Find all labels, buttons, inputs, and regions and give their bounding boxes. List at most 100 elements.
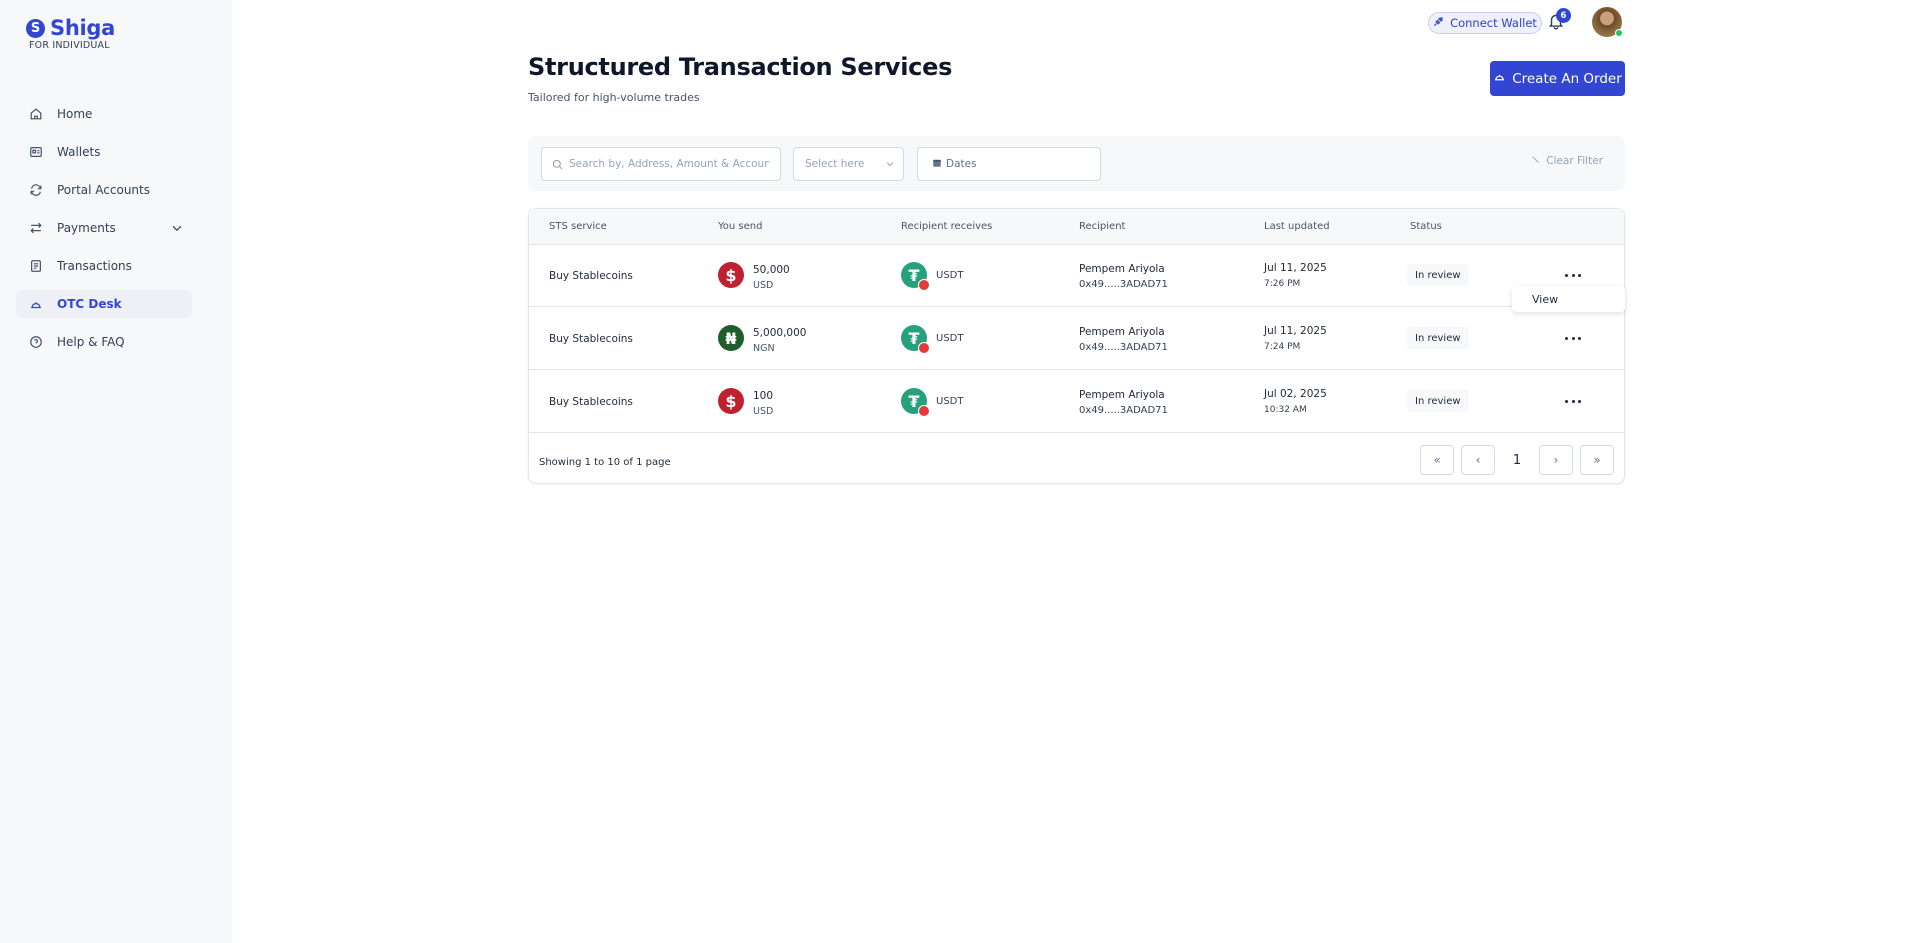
send-currency: USD (753, 280, 774, 291)
receipt-icon (28, 258, 44, 274)
usd-coin-icon: $ (718, 262, 744, 288)
send-cell: $ 50,000 USD (718, 262, 790, 293)
more-dot (1577, 273, 1581, 277)
sidebar: S Shiga FOR INDIVIDUAL Home Wallets Port… (0, 0, 232, 943)
transfer-icon (28, 220, 44, 236)
more-dot (1565, 273, 1569, 277)
create-order-label: Create An Order (1512, 70, 1622, 87)
updated-date: Jul 02, 2025 (1264, 388, 1327, 400)
prev-page-button[interactable]: ‹ (1461, 445, 1495, 475)
next-page-button[interactable]: › (1539, 445, 1573, 475)
clear-filter-button[interactable]: Clear Filter (1531, 155, 1603, 167)
page-title: Structured Transaction Services (528, 53, 953, 81)
recipient-name: Pempem Ariyola (1079, 263, 1165, 275)
service-cell: Buy Stablecoins (549, 396, 633, 408)
user-avatar[interactable] (1592, 7, 1623, 37)
usdt-coin-icon: ₮ (901, 325, 930, 354)
send-amount: 100 (753, 390, 774, 402)
row-actions-button[interactable] (1560, 328, 1586, 348)
updated-time: 10:32 AM (1264, 405, 1307, 415)
updated-date: Jul 11, 2025 (1264, 325, 1327, 337)
column-header: You send (718, 221, 763, 232)
receive-currency: USDT (936, 332, 964, 344)
chevron-down-icon[interactable] (170, 220, 184, 239)
column-header: STS service (549, 221, 607, 232)
more-dot (1571, 336, 1575, 340)
receive-cell: ₮ USDT (901, 262, 964, 291)
recipient-address: 0x49.....3ADAD71 (1079, 279, 1168, 290)
send-amount: 50,000 (753, 264, 790, 276)
sidebar-item-payments[interactable]: Payments (16, 214, 192, 242)
sidebar-item-label: Transactions (57, 259, 132, 273)
usd-coin-icon: $ (718, 388, 744, 414)
dates-picker[interactable]: Dates (917, 147, 1101, 181)
receive-cell: ₮ USDT (901, 325, 964, 354)
send-amount: 5,000,000 (753, 327, 807, 339)
connect-wallet-button[interactable]: Connect Wallet (1428, 12, 1542, 34)
sidebar-nav: Home Wallets Portal Accounts Payments Tr… (16, 100, 192, 366)
recipient-address: 0x49.....3ADAD71 (1079, 405, 1168, 416)
row-menu-view-item[interactable]: View (1512, 286, 1625, 312)
sidebar-item-home[interactable]: Home (16, 100, 192, 128)
help-circle-icon (28, 334, 44, 350)
sidebar-item-help-faq[interactable]: Help & FAQ (16, 328, 192, 356)
more-dot (1577, 336, 1581, 340)
updated-cell: Jul 02, 2025 10:32 AM (1264, 386, 1327, 418)
status-badge: In review (1407, 327, 1469, 349)
sidebar-item-otc-desk[interactable]: OTC Desk (16, 290, 192, 318)
refresh-icon (28, 182, 44, 198)
last-page-button[interactable]: » (1580, 445, 1614, 475)
send-currency: NGN (753, 343, 775, 354)
sidebar-item-wallets[interactable]: Wallets (16, 138, 192, 166)
table-row[interactable]: Buy Stablecoins $ 50,000 USD ₮ USDT Pemp… (529, 245, 1624, 307)
usdt-coin-icon: ₮ (901, 262, 930, 291)
more-dot (1571, 399, 1575, 403)
pagination: « ‹ 1 › » (1420, 445, 1614, 475)
receive-currency: USDT (936, 269, 964, 281)
first-page-button[interactable]: « (1420, 445, 1454, 475)
sidebar-item-label: Home (57, 107, 93, 121)
notification-count-badge: 6 (1556, 8, 1571, 23)
page-subtitle: Tailored for high-volume trades (528, 91, 700, 104)
updated-cell: Jul 11, 2025 7:24 PM (1264, 323, 1327, 355)
sidebar-item-label: Payments (57, 221, 116, 235)
chevron-down-icon (885, 159, 895, 172)
bell-desk-icon (28, 296, 44, 312)
table-row[interactable]: Buy Stablecoins ₦ 5,000,000 NGN ₮ USDT P… (529, 308, 1624, 370)
shiga-logo-icon: S (26, 18, 45, 38)
updated-time: 7:24 PM (1264, 342, 1301, 352)
table-header: STS service You send Recipient receives … (529, 209, 1624, 245)
plug-icon (1433, 16, 1444, 30)
select-placeholder: Select here (805, 158, 865, 170)
network-badge-icon (918, 342, 930, 354)
status-select[interactable]: Select here (793, 147, 904, 181)
sidebar-item-transactions[interactable]: Transactions (16, 252, 192, 280)
clear-filter-label: Clear Filter (1546, 155, 1603, 167)
brand-subtitle: FOR INDIVIDUAL (29, 40, 110, 51)
usdt-coin-icon: ₮ (901, 388, 930, 417)
recipient-cell: Pempem Ariyola 0x49.....3ADAD71 (1079, 387, 1168, 419)
network-badge-icon (918, 279, 930, 291)
row-actions-button[interactable] (1560, 391, 1586, 411)
updated-time: 7:26 PM (1264, 279, 1301, 289)
search-icon (552, 155, 563, 174)
sidebar-item-label: Help & FAQ (57, 335, 125, 349)
sidebar-item-portal-accounts[interactable]: Portal Accounts (16, 176, 192, 204)
send-cell: ₦ 5,000,000 NGN (718, 325, 806, 356)
row-actions-button[interactable] (1560, 265, 1586, 285)
service-cell: Buy Stablecoins (549, 270, 633, 282)
column-header: Status (1410, 221, 1442, 232)
create-order-button[interactable]: Create An Order (1490, 61, 1625, 96)
status-badge: In review (1407, 390, 1469, 412)
search-input[interactable] (569, 158, 769, 170)
column-header: Recipient (1079, 221, 1126, 232)
send-cell: $ 100 USD (718, 388, 773, 419)
table-row[interactable]: Buy Stablecoins $ 100 USD ₮ USDT Pempem … (529, 371, 1624, 433)
brand-logo[interactable]: S Shiga (26, 16, 115, 40)
wallet-icon (28, 144, 44, 160)
more-dot (1571, 273, 1575, 277)
more-dot (1565, 399, 1569, 403)
search-field[interactable] (541, 147, 781, 181)
current-page[interactable]: 1 (1502, 445, 1532, 475)
more-dot (1565, 336, 1569, 340)
